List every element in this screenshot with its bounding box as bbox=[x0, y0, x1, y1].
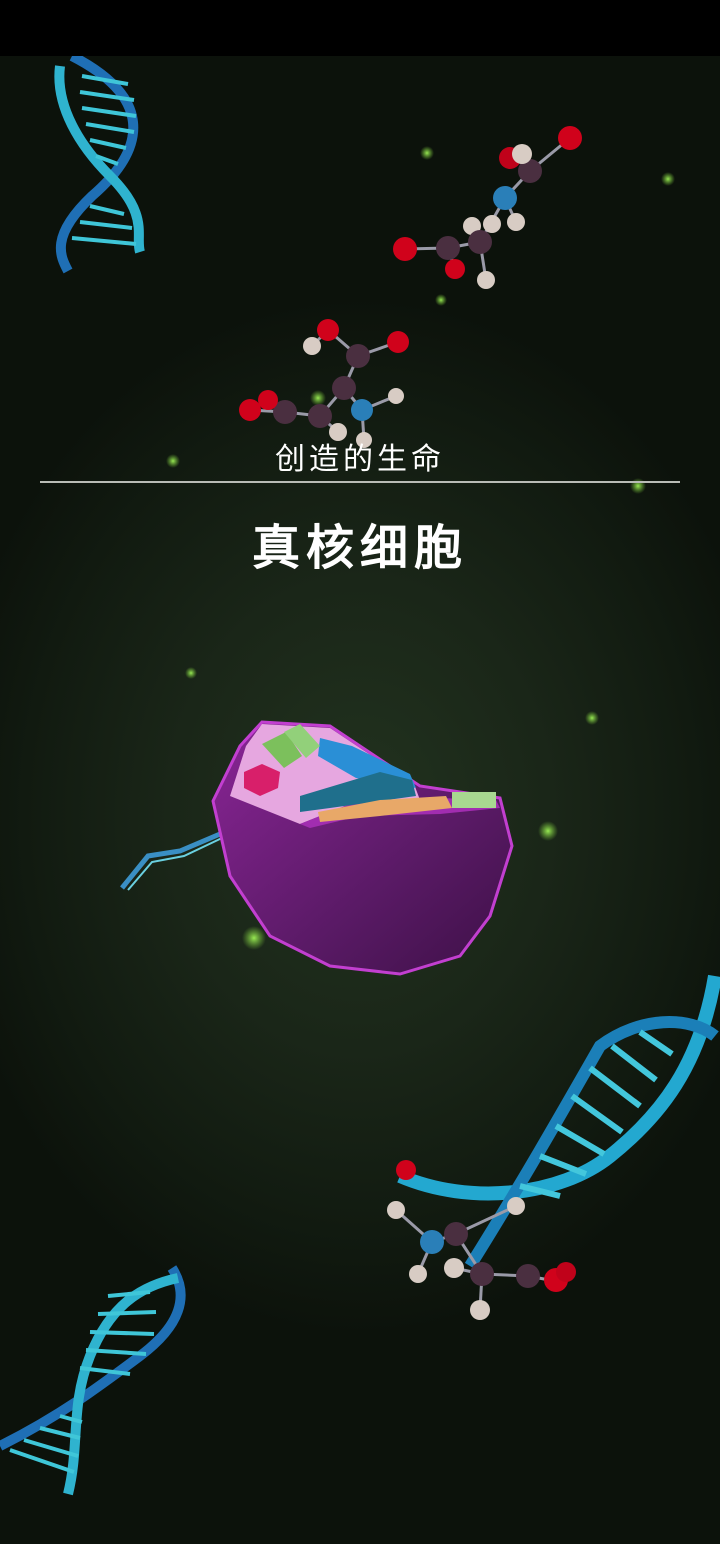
divider bbox=[40, 481, 680, 483]
dna-helix-icon bbox=[0, 1265, 186, 1496]
subtitle: 创造的生命 bbox=[275, 442, 445, 477]
scene-graphics bbox=[0, 56, 720, 1496]
status-bar bbox=[0, 0, 720, 56]
game-scene[interactable]: 创造的生命 真核细胞 bbox=[0, 56, 720, 1544]
page-title: 真核细胞 bbox=[251, 520, 468, 576]
eukaryotic-cell-icon bbox=[120, 720, 514, 976]
dna-helix-icon bbox=[54, 56, 145, 274]
dna-helix-icon bbox=[397, 974, 720, 1270]
molecule-icon bbox=[239, 319, 409, 448]
